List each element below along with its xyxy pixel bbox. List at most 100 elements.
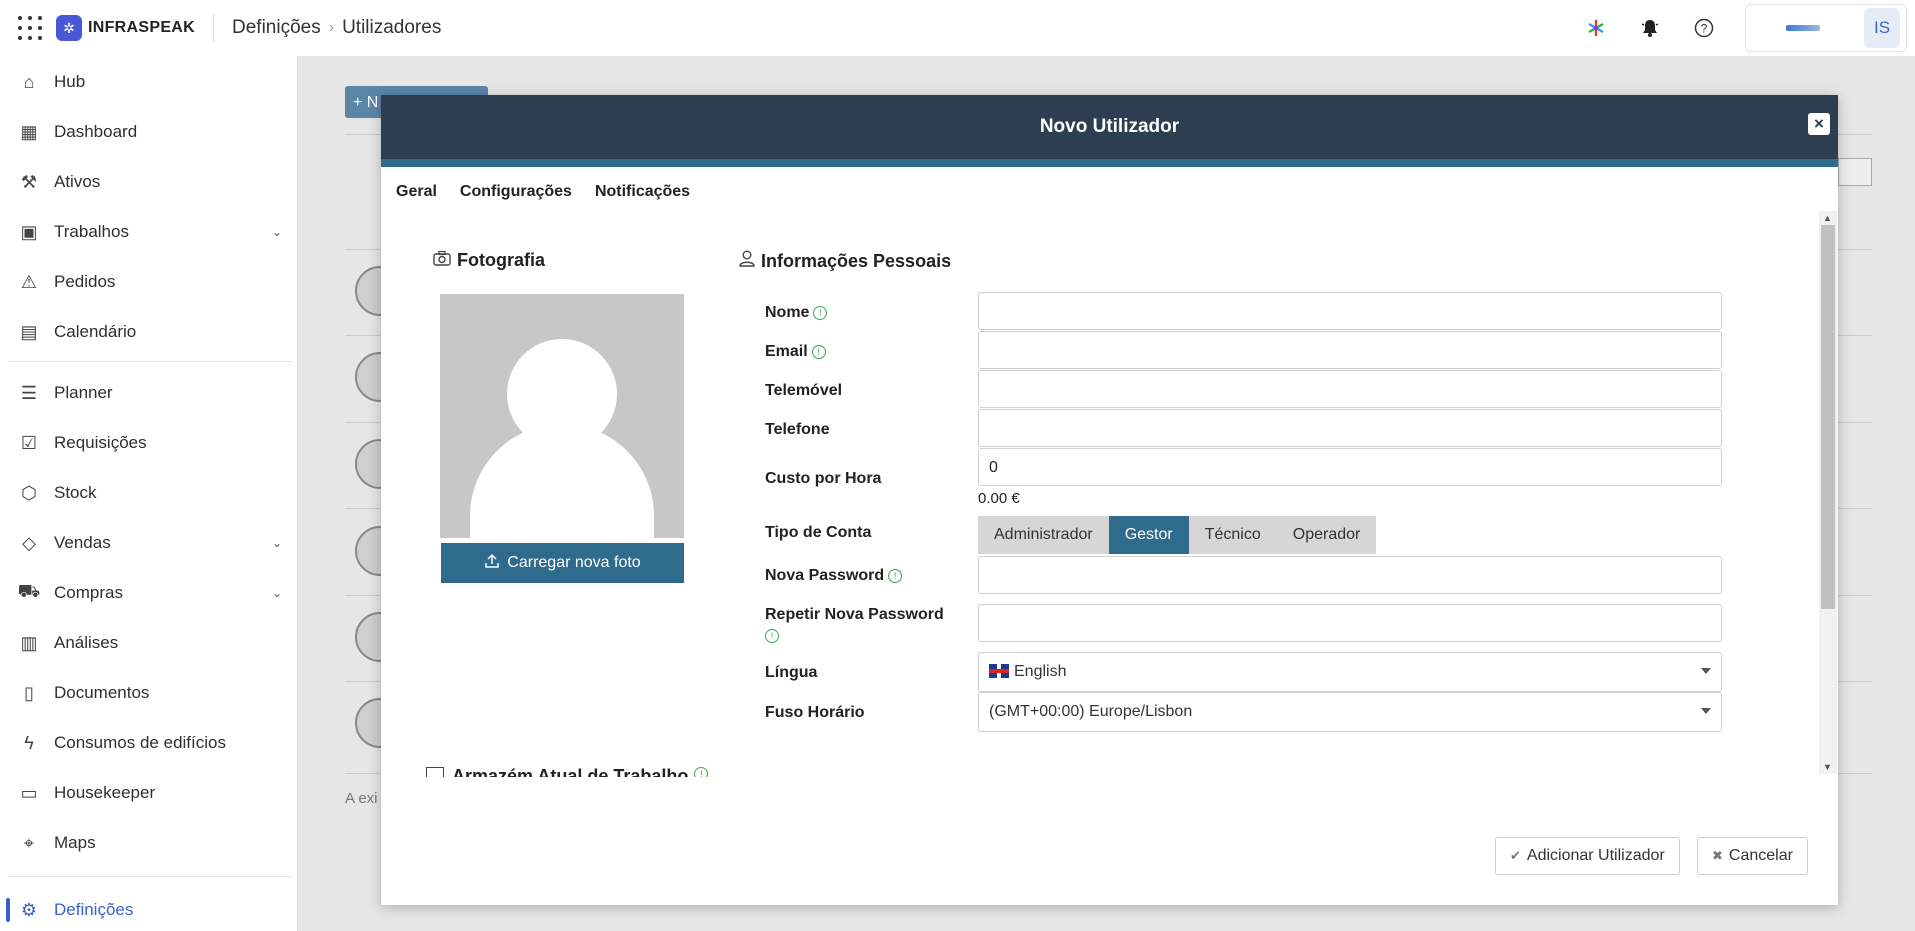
sidebar-item-compras[interactable]: ⛟ Compras ⌄ (0, 573, 296, 613)
sidebar-item-label: Consumos de edifícios (54, 733, 226, 752)
gear-icon: ⚙ (20, 899, 38, 920)
tab-configuracoes[interactable]: Configurações (460, 183, 572, 201)
add-user-button[interactable]: ✔ Adicionar Utilizador (1495, 837, 1680, 875)
language-label: Língua (765, 664, 818, 681)
bolt-icon: ϟ (24, 732, 34, 753)
sidebar-item-vendas[interactable]: ◇ Vendas ⌄ (0, 523, 296, 563)
account-type-tecnico[interactable]: Técnico (1189, 516, 1277, 554)
home-icon: ⌂ (23, 71, 35, 92)
account-type-gestor[interactable]: Gestor (1108, 516, 1189, 554)
chevron-right-icon: › (328, 19, 335, 36)
account-switcher[interactable]: IS (1745, 4, 1907, 52)
account-type-operador[interactable]: Operador (1277, 516, 1377, 554)
sidebar-item-planner[interactable]: ☰ Planner (0, 373, 296, 413)
phone-field[interactable] (978, 409, 1722, 447)
top-bar: ✲ INFRASPEAK Definições › Utilizadores ?… (0, 0, 1915, 56)
sidebar-item-stock[interactable]: ⬡ Stock (0, 473, 296, 513)
svg-text:?: ? (1701, 22, 1708, 36)
scroll-thumb[interactable] (1821, 225, 1835, 609)
mobile-field[interactable] (978, 370, 1722, 408)
sidebar-item-dashboard[interactable]: ▦ Dashboard (0, 112, 296, 152)
upload-icon (484, 553, 500, 574)
repeat-password-field[interactable] (978, 604, 1722, 642)
sidebar-item-label: Planner (54, 383, 113, 402)
scroll-down-icon[interactable]: ▼ (1823, 762, 1832, 772)
sidebar-item-hub[interactable]: ⌂ Hub (0, 62, 296, 102)
timezone-select[interactable]: (GMT+00:00) Europe/Lisbon (978, 692, 1722, 732)
wrench-icon: ⚒ (20, 171, 38, 192)
chevron-down-icon (1701, 668, 1711, 674)
info-icon[interactable]: ! (813, 306, 828, 320)
uk-flag-icon (989, 664, 1009, 678)
tab-notificacoes[interactable]: Notificações (595, 183, 690, 201)
apps-grid-icon[interactable] (18, 16, 42, 40)
sidebar-item-label: Pedidos (54, 272, 116, 291)
sidebar-item-pedidos[interactable]: ⚠ Pedidos (0, 262, 296, 302)
check-icon: ✔ (1510, 848, 1521, 863)
upload-photo-button[interactable]: Carregar nova foto (441, 543, 684, 583)
sidebar-item-ativos[interactable]: ⚒ Ativos (0, 162, 296, 202)
bg-footer-text: A exi (345, 790, 378, 807)
cancel-button[interactable]: ✖ Cancelar (1697, 837, 1808, 875)
info-icon[interactable]: ! (765, 629, 779, 643)
checklist-icon: ☑ (20, 432, 38, 453)
sidebar-item-documentos[interactable]: ▯ Documentos (0, 673, 296, 713)
close-icon[interactable]: × (1808, 113, 1830, 135)
document-icon: ▯ (24, 682, 34, 703)
sidebar-item-label: Definições (54, 900, 134, 919)
cost-label: Custo por Hora (765, 470, 882, 487)
sidebar-item-requisicoes[interactable]: ☑ Requisições (0, 423, 296, 463)
sidebar-item-consumos[interactable]: ϟ Consumos de edifícios (0, 723, 296, 763)
info-icon[interactable]: ! (694, 767, 709, 777)
sidebar-item-label: Maps (54, 833, 96, 852)
chevron-down-icon: ⌄ (271, 225, 282, 239)
dashboard-icon: ▦ (20, 121, 38, 142)
sidebar-item-maps[interactable]: ⌖ Maps (0, 823, 296, 863)
cost-per-hour-field[interactable]: 0 (978, 448, 1722, 486)
scroll-up-icon[interactable]: ▲ (1823, 213, 1832, 223)
mobile-label: Telemóvel (765, 382, 843, 399)
sparkle-icon[interactable] (1582, 14, 1610, 42)
sidebar-item-housekeeper[interactable]: ▭ Housekeeper (0, 773, 296, 813)
bell-icon[interactable] (1636, 14, 1664, 42)
new-password-label: Nova Password! (765, 567, 903, 585)
modal-scrollbar[interactable]: ▲ ▼ (1819, 211, 1837, 774)
warehouse-section-label: Armazém Atual de Trabalho (452, 767, 689, 777)
phone-label: Telefone (765, 421, 830, 438)
account-type-administrador[interactable]: Administrador (978, 516, 1109, 554)
sidebar-item-label: Vendas (54, 533, 111, 552)
sidebar-item-label: Stock (54, 483, 97, 502)
sidebar-item-label: Hub (54, 72, 86, 91)
name-field[interactable] (978, 292, 1722, 330)
sidebar-item-analises[interactable]: ▥ Análises (0, 623, 296, 663)
language-select[interactable]: English (978, 652, 1722, 692)
active-indicator (6, 898, 10, 922)
email-field[interactable] (978, 331, 1722, 369)
sidebar-item-label: Housekeeper (54, 783, 156, 802)
chevron-down-icon: ⌄ (271, 536, 282, 550)
language-value: English (1014, 663, 1067, 680)
sidebar-item-trabalhos[interactable]: ▣ Trabalhos ⌄ (0, 212, 296, 252)
breadcrumb: Definições › Utilizadores (232, 17, 441, 39)
sidebar-item-calendario[interactable]: ▤ Calendário (0, 312, 296, 352)
tab-geral[interactable]: Geral (396, 183, 437, 201)
divider (213, 14, 215, 42)
camera-icon (433, 250, 451, 271)
email-label: Email! (765, 343, 826, 361)
breadcrumb-settings[interactable]: Definições (232, 17, 321, 39)
logo[interactable]: ✲ INFRASPEAK (56, 15, 195, 41)
breadcrumb-users: Utilizadores (342, 17, 442, 38)
modal-accent-strip (381, 159, 1838, 167)
sidebar-item-label: Análises (54, 633, 119, 652)
box-icon: ⬡ (21, 482, 37, 503)
brand-name: INFRASPEAK (88, 19, 196, 36)
name-label: Nome! (765, 304, 828, 322)
info-icon[interactable]: ! (811, 345, 826, 359)
help-icon[interactable]: ? (1690, 14, 1718, 42)
new-password-field[interactable] (978, 556, 1722, 594)
company-logo-icon (1786, 25, 1820, 31)
info-icon[interactable]: ! (888, 569, 903, 583)
sidebar-item-label: Ativos (54, 172, 101, 191)
avatar[interactable]: IS (1864, 8, 1900, 48)
sidebar-item-definicoes[interactable]: ⚙ Definições (0, 890, 296, 930)
